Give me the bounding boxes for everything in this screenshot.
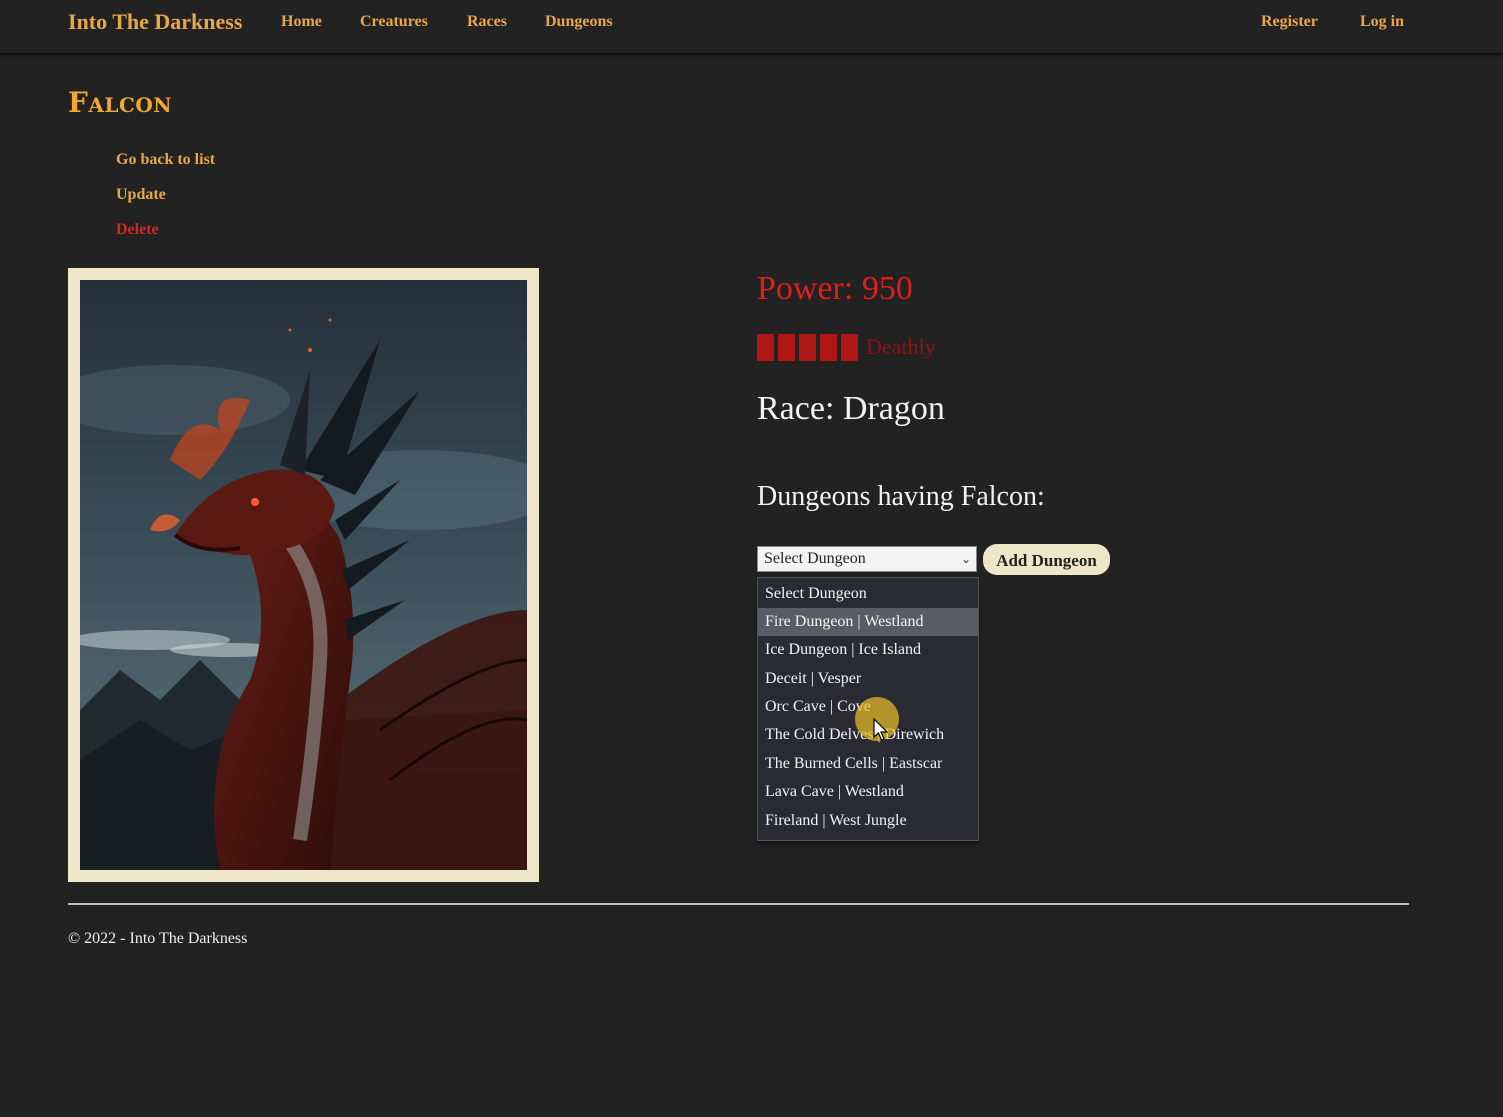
race-value: Race: Dragon	[757, 390, 945, 427]
power-value: Power: 950	[757, 270, 913, 307]
dungeon-option[interactable]: Deceit | Vesper	[758, 665, 978, 693]
power-block	[799, 333, 816, 361]
mouse-pointer-icon	[873, 718, 889, 741]
footer-divider	[68, 903, 1409, 905]
update-link[interactable]: Update	[116, 186, 166, 204]
power-block	[778, 333, 795, 361]
add-dungeon-button[interactable]: Add Dungeon	[983, 544, 1110, 575]
top-navbar: Into The Darkness Home Creatures Races D…	[0, 0, 1503, 54]
dragon-illustration	[80, 280, 527, 870]
dungeon-option[interactable]: The Burned Cells | Eastscar	[758, 750, 978, 778]
creature-image-frame	[68, 268, 539, 882]
nav-link-dungeons[interactable]: Dungeons	[545, 13, 613, 31]
power-block	[841, 333, 858, 361]
power-rating-bar: Deathly	[757, 333, 936, 361]
chevron-down-icon: ⌄	[960, 552, 971, 566]
nav-link-creatures[interactable]: Creatures	[360, 13, 428, 31]
footer-copyright: © 2022 - Into The Darkness	[68, 930, 248, 947]
power-block	[820, 333, 837, 361]
dungeon-option[interactable]: Fireland | West Jungle	[758, 807, 978, 835]
register-link[interactable]: Register	[1261, 13, 1318, 31]
nav-link-home[interactable]: Home	[281, 13, 322, 31]
dungeon-select[interactable]: Select Dungeon ⌄	[757, 546, 977, 572]
brand-link[interactable]: Into The Darkness	[68, 9, 242, 35]
page-title: Falcon	[68, 86, 173, 119]
dungeon-option[interactable]: Fire Dungeon | Westland	[758, 608, 978, 636]
dungeon-option[interactable]: Select Dungeon	[758, 580, 978, 608]
dungeon-select-value: Select Dungeon	[764, 550, 866, 567]
delete-link[interactable]: Delete	[116, 221, 159, 239]
dungeon-option[interactable]: Ice Dungeon | Ice Island	[758, 636, 978, 664]
power-block	[757, 333, 774, 361]
back-to-list-link[interactable]: Go back to list	[116, 151, 215, 169]
nav-link-races[interactable]: Races	[467, 13, 507, 31]
dungeon-option[interactable]: Lava Cave | Westland	[758, 778, 978, 806]
login-link[interactable]: Log in	[1360, 13, 1404, 31]
power-rating-label: Deathly	[866, 334, 936, 359]
dungeons-heading: Dungeons having Falcon:	[757, 481, 1045, 512]
